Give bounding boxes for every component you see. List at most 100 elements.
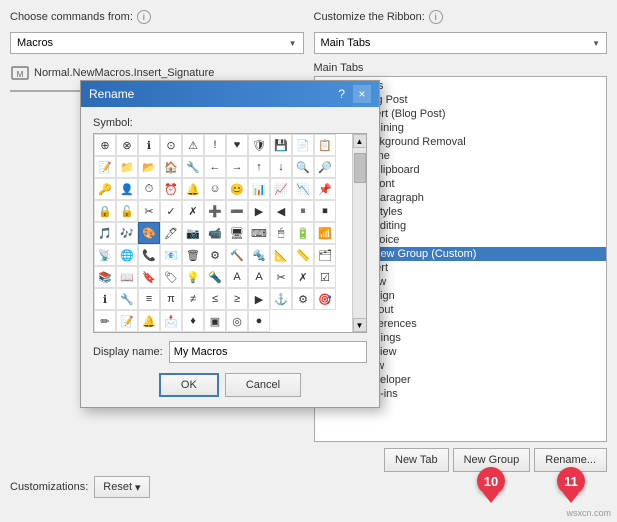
reset-button[interactable]: Reset ▾: [94, 476, 149, 498]
symbol-cell-18[interactable]: ↑: [248, 156, 270, 178]
symbol-cell-60[interactable]: ⚙: [204, 244, 226, 266]
symbol-cell-6[interactable]: ♥: [226, 134, 248, 156]
symbol-cell-4[interactable]: ⚠: [182, 134, 204, 156]
symbol-cell-0[interactable]: ⊕: [94, 134, 116, 156]
symbol-cell-84[interactable]: ▶: [248, 288, 270, 310]
choose-info-icon[interactable]: i: [137, 10, 151, 24]
symbol-cell-51[interactable]: ⌨: [248, 222, 270, 244]
symbol-cell-62[interactable]: 🔩: [248, 244, 270, 266]
symbol-cell-16[interactable]: ←: [204, 156, 226, 178]
symbol-cell-88[interactable]: ✏: [94, 310, 116, 332]
customize-dropdown[interactable]: Main Tabs ▼: [314, 32, 608, 54]
symbol-cell-24[interactable]: ⏱: [138, 178, 160, 200]
symbol-cell-79[interactable]: ≡: [138, 288, 160, 310]
symbol-cell-12[interactable]: 📁: [116, 156, 138, 178]
symbol-cell-61[interactable]: 🔨: [226, 244, 248, 266]
symbol-cell-29[interactable]: 📊: [248, 178, 270, 200]
symbol-cell-95[interactable]: ●: [248, 310, 270, 332]
symbol-cell-2[interactable]: ℹ: [138, 134, 160, 156]
symbol-cell-9[interactable]: 📄: [292, 134, 314, 156]
symbol-cell-78[interactable]: 🔧: [116, 288, 138, 310]
symbol-scrollbar[interactable]: ▲ ▼: [352, 134, 366, 332]
dialog-close-button[interactable]: ×: [353, 85, 371, 103]
symbol-cell-74[interactable]: ✂: [270, 266, 292, 288]
symbol-cell-23[interactable]: 👤: [116, 178, 138, 200]
symbol-cell-63[interactable]: 📐: [270, 244, 292, 266]
symbol-cell-71[interactable]: 🔦: [204, 266, 226, 288]
symbol-cell-39[interactable]: ➖: [226, 200, 248, 222]
symbol-cell-17[interactable]: →: [226, 156, 248, 178]
symbol-cell-75[interactable]: ✗: [292, 266, 314, 288]
symbol-cell-30[interactable]: 📈: [270, 178, 292, 200]
symbol-cell-22[interactable]: 🔑: [94, 178, 116, 200]
ok-button[interactable]: OK: [159, 373, 219, 397]
symbol-cell-91[interactable]: 📩: [160, 310, 182, 332]
symbol-cell-3[interactable]: ⊙: [160, 134, 182, 156]
scroll-thumb[interactable]: [354, 153, 366, 183]
symbol-cell-1[interactable]: ⊗: [116, 134, 138, 156]
symbol-cell-81[interactable]: ≠: [182, 288, 204, 310]
symbol-cell-66[interactable]: 📚: [94, 266, 116, 288]
symbol-cell-41[interactable]: ◀: [270, 200, 292, 222]
customize-info-icon[interactable]: i: [429, 10, 443, 24]
symbol-cell-38[interactable]: ➕: [204, 200, 226, 222]
symbol-cell-10[interactable]: 📋: [314, 134, 336, 156]
symbol-cell-14[interactable]: 🏠: [160, 156, 182, 178]
symbol-cell-11[interactable]: 📝: [94, 156, 116, 178]
symbol-cell-52[interactable]: 🖱: [270, 222, 292, 244]
symbol-cell-49[interactable]: 📹: [204, 222, 226, 244]
symbol-cell-27[interactable]: ☺: [204, 178, 226, 200]
symbol-cell-53[interactable]: 🔋: [292, 222, 314, 244]
symbol-cell-80[interactable]: π: [160, 288, 182, 310]
scroll-up-btn[interactable]: ▲: [353, 134, 367, 148]
symbol-cell-55[interactable]: 📡: [94, 244, 116, 266]
symbol-cell-15[interactable]: 🔧: [182, 156, 204, 178]
symbol-cell-69[interactable]: 🏷: [160, 266, 182, 288]
choose-dropdown[interactable]: Macros ▼: [10, 32, 304, 54]
symbol-cell-58[interactable]: 📧: [160, 244, 182, 266]
rename-dialog[interactable]: Rename ? × Symbol: ⊕⊗ℹ⊙⚠!♥🛡💾📄📋📝📁📂🏠🔧←→↑↓🔍…: [80, 80, 380, 408]
symbol-cell-56[interactable]: 🌐: [116, 244, 138, 266]
symbol-cell-93[interactable]: ▣: [204, 310, 226, 332]
new-tab-button[interactable]: New Tab: [384, 448, 449, 472]
symbol-cell-32[interactable]: 📌: [314, 178, 336, 200]
symbol-cell-73[interactable]: A: [248, 266, 270, 288]
symbol-cell-44[interactable]: 🎵: [94, 222, 116, 244]
symbol-cell-89[interactable]: 📝: [116, 310, 138, 332]
symbol-cell-76[interactable]: ☑: [314, 266, 336, 288]
symbol-cell-35[interactable]: ✂: [138, 200, 160, 222]
symbol-cell-42[interactable]: ⏸: [292, 200, 314, 222]
symbol-cell-64[interactable]: 📏: [292, 244, 314, 266]
symbol-cell-45[interactable]: 🎶: [116, 222, 138, 244]
symbol-cell-48[interactable]: 📷: [182, 222, 204, 244]
symbol-cell-34[interactable]: 🔓: [116, 200, 138, 222]
symbol-cell-92[interactable]: ♦: [182, 310, 204, 332]
symbol-cell-40[interactable]: ▶: [248, 200, 270, 222]
symbol-cell-25[interactable]: ⏰: [160, 178, 182, 200]
cancel-button[interactable]: Cancel: [225, 373, 301, 397]
symbol-cell-54[interactable]: 📶: [314, 222, 336, 244]
symbol-cell-50[interactable]: 🖥: [226, 222, 248, 244]
symbol-cell-26[interactable]: 🔔: [182, 178, 204, 200]
symbol-cell-87[interactable]: 🎯: [314, 288, 336, 310]
symbol-cell-72[interactable]: A: [226, 266, 248, 288]
symbol-cell-77[interactable]: ℹ: [94, 288, 116, 310]
symbol-cell-21[interactable]: 🔎: [314, 156, 336, 178]
symbol-cell-94[interactable]: ◎: [226, 310, 248, 332]
symbol-cell-57[interactable]: 📞: [138, 244, 160, 266]
symbol-cell-37[interactable]: ✗: [182, 200, 204, 222]
symbol-cell-70[interactable]: 💡: [182, 266, 204, 288]
symbol-cell-33[interactable]: 🔒: [94, 200, 116, 222]
symbol-cell-67[interactable]: 📖: [116, 266, 138, 288]
symbol-cell-8[interactable]: 💾: [270, 134, 292, 156]
symbol-cell-59[interactable]: 🗑: [182, 244, 204, 266]
symbol-cell-46[interactable]: 🎨: [138, 222, 160, 244]
symbol-cell-47[interactable]: 🖊: [160, 222, 182, 244]
symbol-cell-7[interactable]: 🛡: [248, 134, 270, 156]
dialog-question-mark[interactable]: ?: [338, 87, 345, 101]
symbol-cell-90[interactable]: 🔔: [138, 310, 160, 332]
symbol-cell-65[interactable]: 🗂: [314, 244, 336, 266]
symbol-cell-19[interactable]: ↓: [270, 156, 292, 178]
scroll-down-btn[interactable]: ▼: [353, 318, 367, 332]
symbol-cell-31[interactable]: 📉: [292, 178, 314, 200]
